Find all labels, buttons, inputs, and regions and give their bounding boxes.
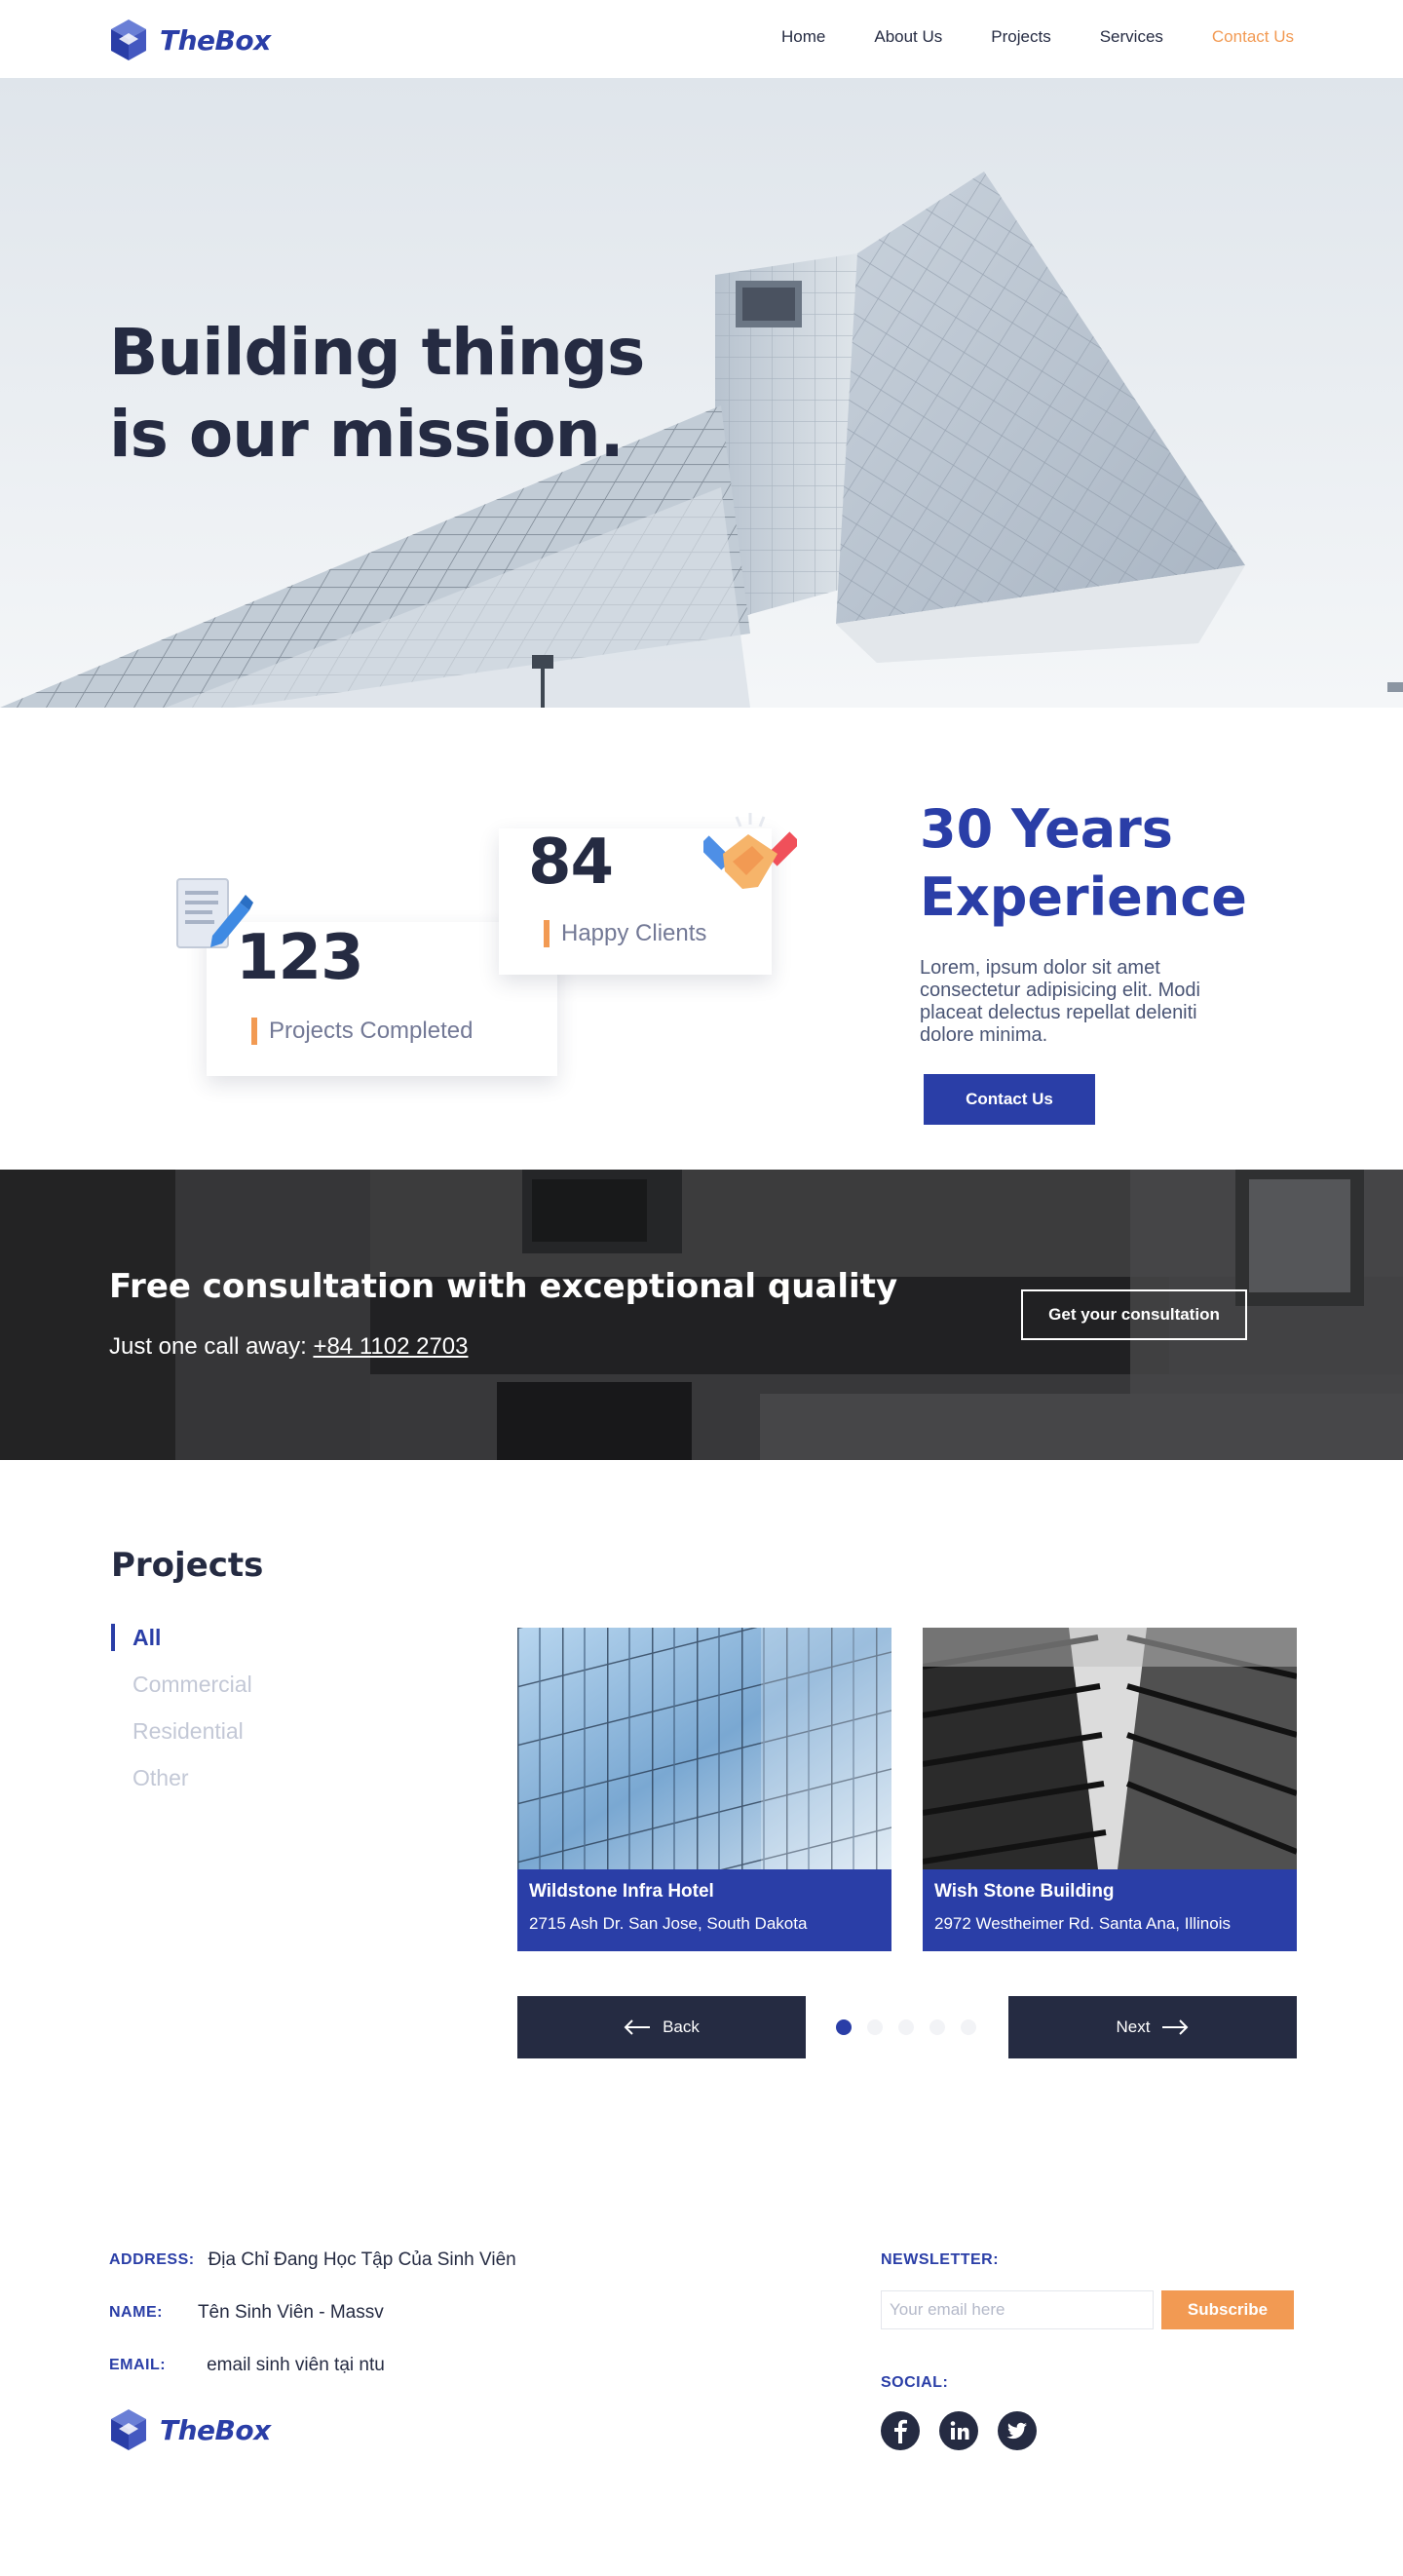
hero-title-line1: Building things	[109, 315, 645, 390]
happy-clients-value: 84	[528, 827, 614, 899]
contact-us-button[interactable]: Contact Us	[924, 1074, 1095, 1125]
newsletter-title: NEWSLETTER:	[881, 2251, 1000, 2268]
back-button[interactable]: Back	[517, 1996, 806, 2058]
twitter-icon[interactable]	[998, 2411, 1037, 2450]
filter-commercial[interactable]: Commercial	[111, 1669, 252, 1715]
project-address: 2972 Westheimer Rd. Santa Ana, Illinois	[934, 1914, 1231, 1933]
consultation-title: Free consultation with exceptional quali…	[109, 1267, 898, 1306]
project-image	[923, 1628, 1297, 1869]
consultation-subtitle: Just one call away: +84 1102 2703	[109, 1333, 468, 1361]
footer-logo[interactable]: TheBox	[109, 2407, 271, 2452]
linkedin-icon[interactable]	[939, 2411, 978, 2450]
social-links	[881, 2411, 1037, 2450]
next-button[interactable]: Next	[1008, 1996, 1297, 2058]
brand-name: TheBox	[160, 23, 271, 57]
facebook-icon[interactable]	[881, 2411, 920, 2450]
handshake-icon	[703, 813, 797, 889]
pagination-dots	[836, 2019, 976, 2035]
next-label: Next	[1116, 2018, 1151, 2036]
pagination-dot[interactable]	[961, 2019, 976, 2035]
address-value: Địa Chỉ Đang Học Tập Của Sinh Viên	[208, 2249, 516, 2270]
cube-logo-icon	[111, 2409, 146, 2450]
get-consultation-button[interactable]: Get your consultation	[1021, 1289, 1247, 1340]
hero-section: Building things is our mission.	[0, 78, 1403, 708]
top-navbar: TheBox Home About Us Projects Services C…	[0, 0, 1403, 78]
project-image	[517, 1628, 891, 1869]
project-name: Wildstone Infra Hotel	[529, 1881, 714, 1902]
project-card[interactable]: Wish Stone Building 2972 Westheimer Rd. …	[923, 1628, 1297, 1951]
projects-section: Projects All Commercial Residential Othe…	[0, 1460, 1403, 2142]
experience-title-line1: 30 Years	[920, 798, 1173, 860]
nav-home[interactable]: Home	[781, 27, 825, 47]
main-nav: Home About Us Projects Services Contact …	[781, 27, 1294, 47]
name-value: Tên Sinh Viên - Massv	[197, 2302, 384, 2323]
hero-title: Building things is our mission.	[109, 312, 645, 476]
footer: ADDRESS: Địa Chỉ Đang Học Tập Của Sinh V…	[0, 2142, 1403, 2576]
email-value: email sinh viên tại ntu	[207, 2355, 385, 2375]
nav-projects[interactable]: Projects	[991, 27, 1050, 47]
happy-clients-label: Happy Clients	[561, 920, 707, 946]
email-key: EMAIL:	[109, 2357, 167, 2373]
projects-completed-value: 123	[236, 922, 364, 994]
project-card[interactable]: Wildstone Infra Hotel 2715 Ash Dr. San J…	[517, 1628, 891, 1951]
arrow-right-icon	[1162, 2019, 1189, 2035]
projects-title: Projects	[111, 1546, 264, 1585]
nav-contact-us[interactable]: Contact Us	[1212, 27, 1294, 47]
back-label: Back	[663, 2018, 700, 2036]
nav-about-us[interactable]: About Us	[874, 27, 942, 47]
filter-all[interactable]: All	[111, 1622, 252, 1669]
hero-title-line2: is our mission.	[109, 397, 625, 472]
experience-title: 30 Years Experience	[920, 795, 1247, 932]
experience-title-line2: Experience	[920, 866, 1247, 928]
address-key: ADDRESS:	[109, 2251, 195, 2268]
footer-address: ADDRESS: Địa Chỉ Đang Học Tập Của Sinh V…	[109, 2249, 516, 2271]
cube-logo-icon	[111, 19, 146, 60]
pagination-dot[interactable]	[836, 2019, 852, 2035]
subscribe-button[interactable]: Subscribe	[1161, 2290, 1294, 2329]
pagination-dot[interactable]	[867, 2019, 883, 2035]
filter-other[interactable]: Other	[111, 1762, 252, 1809]
arrow-left-icon	[624, 2019, 651, 2035]
brand-name: TheBox	[160, 2413, 271, 2446]
social-title: SOCIAL:	[881, 2374, 949, 2391]
document-pen-icon	[176, 878, 253, 948]
stats-section: 123 Projects Completed 84 Happy Clients …	[0, 708, 1403, 1170]
accent-bar	[544, 920, 550, 947]
project-filters: All Commercial Residential Other	[111, 1622, 252, 1809]
project-info: Wildstone Infra Hotel 2715 Ash Dr. San J…	[517, 1869, 891, 1951]
footer-name: NAME: Tên Sinh Viên - Massv	[109, 2302, 384, 2324]
phone-link[interactable]: +84 1102 2703	[313, 1333, 468, 1360]
experience-description: Lorem, ipsum dolor sit amet consectetur …	[920, 957, 1200, 1046]
pagination-dot[interactable]	[898, 2019, 914, 2035]
filter-residential[interactable]: Residential	[111, 1715, 252, 1762]
name-key: NAME:	[109, 2304, 163, 2321]
footer-email: EMAIL: email sinh viên tại ntu	[109, 2355, 385, 2376]
accent-bar	[251, 1018, 257, 1045]
project-name: Wish Stone Building	[934, 1881, 1115, 1902]
nav-services[interactable]: Services	[1100, 27, 1163, 47]
pagination-dot[interactable]	[929, 2019, 945, 2035]
newsletter-email-input[interactable]	[881, 2290, 1154, 2329]
project-info: Wish Stone Building 2972 Westheimer Rd. …	[923, 1869, 1297, 1951]
consultation-subtitle-prefix: Just one call away:	[109, 1333, 314, 1360]
brand-logo[interactable]: TheBox	[109, 18, 271, 62]
projects-completed-label: Projects Completed	[269, 1018, 474, 1044]
project-address: 2715 Ash Dr. San Jose, South Dakota	[529, 1914, 808, 1933]
consultation-banner: Free consultation with exceptional quali…	[0, 1170, 1403, 1460]
